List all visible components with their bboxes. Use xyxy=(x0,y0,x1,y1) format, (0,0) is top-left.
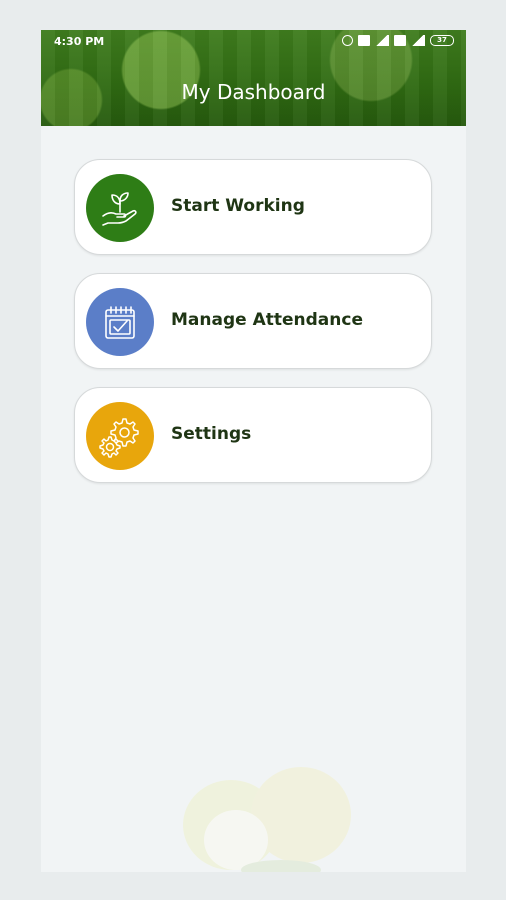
start-working-label: Start Working xyxy=(171,196,305,216)
phone-screen: 4:30 PM 37 My Dashboard Start Working Ma… xyxy=(41,30,466,872)
start-working-button[interactable]: Start Working xyxy=(74,159,432,255)
settings-button[interactable]: Settings xyxy=(74,387,432,483)
status-bar: 4:30 PM 37 xyxy=(41,30,466,54)
calendar-check-icon xyxy=(86,288,154,356)
signal-icon xyxy=(375,35,389,46)
manage-attendance-label: Manage Attendance xyxy=(171,310,363,330)
background-fruit-image xyxy=(183,767,351,872)
page-title: My Dashboard xyxy=(181,80,326,104)
volte-icon xyxy=(358,35,370,46)
alarm-icon xyxy=(342,35,353,46)
app-bar: 4:30 PM 37 My Dashboard xyxy=(41,30,466,126)
battery-icon: 37 xyxy=(430,35,454,46)
status-time: 4:30 PM xyxy=(54,35,105,48)
manage-attendance-button[interactable]: Manage Attendance xyxy=(74,273,432,369)
signal-icon xyxy=(411,35,425,46)
plant-hand-icon xyxy=(86,174,154,242)
status-icons: 37 xyxy=(342,35,454,46)
gears-icon xyxy=(86,402,154,470)
volte-icon xyxy=(394,35,406,46)
settings-label: Settings xyxy=(171,424,252,444)
